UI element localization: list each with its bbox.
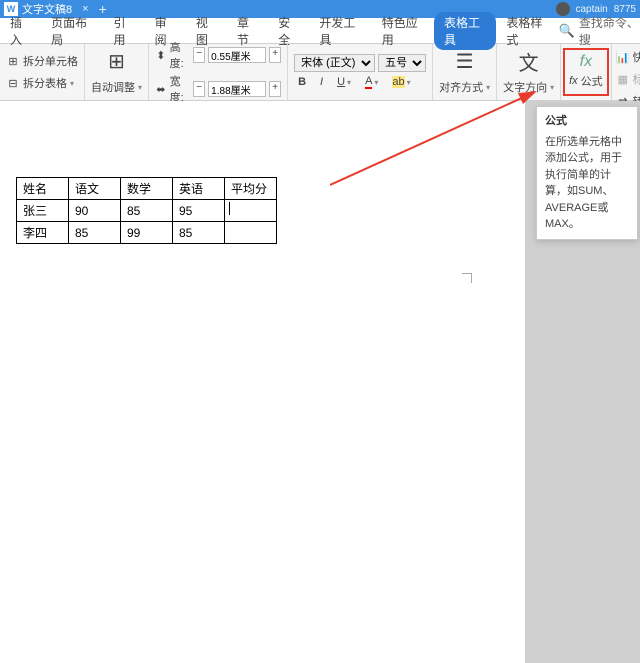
bold-button[interactable]: B [294,75,310,89]
auto-adjust-button[interactable]: 自动调整 ▾ [91,77,142,97]
table-cell[interactable]: 李四 [17,222,69,244]
quick-calc-icon: 📊 [616,50,630,64]
quick-calc-label: 快速计算 [633,49,640,65]
table-cell[interactable]: 90 [69,200,121,222]
text-direction-icon[interactable]: 文 [515,47,543,75]
table-cell[interactable]: 姓名 [17,178,69,200]
formula-button[interactable]: fx 公式 [569,71,603,91]
table-cell[interactable] [225,222,277,244]
text-dir-label: 文字方向 [503,79,547,95]
tooltip-body: 在所选单元格中添加公式，用于执行简单的计算，如SUM、AVERAGE或MAX。 [545,134,629,233]
font-color-button[interactable]: A▾ [361,74,382,90]
width-icon: ⬌ [155,82,167,96]
height-label: 高度: [170,39,191,71]
align-button[interactable]: 对齐方式▾ [439,77,490,97]
search-icon: 🔍 [559,23,575,39]
split-table-button[interactable]: ⊟ 拆分表格 ▾ [6,73,78,93]
split-cell-icon: ⊞ [6,54,20,68]
table-cell[interactable]: 99 [121,222,173,244]
title-row-button[interactable]: ▦ 标题行 [616,69,640,89]
formula-tooltip: 公式 在所选单元格中添加公式，用于执行简单的计算，如SUM、AVERAGE或MA… [536,106,638,240]
table-row: 张三 90 85 95 [17,200,277,222]
quick-calc-button[interactable]: 📊 快速计算▾ [616,47,640,67]
data-table[interactable]: 姓名 语文 数学 英语 平均分 张三 90 85 95 李四 85 99 85 [16,177,277,244]
underline-button[interactable]: U▾ [333,75,355,89]
search-placeholder: 查找命令、搜 [579,14,640,48]
text-direction-button[interactable]: 文字方向▾ [503,77,554,97]
menu-bar: 插入 页面布局 引用 审阅 视图 章节 安全 开发工具 特色应用 表格工具 表格… [0,18,640,44]
align-label: 对齐方式 [439,79,483,95]
width-minus[interactable]: − [193,81,205,97]
split-cell-button[interactable]: ⊞ 拆分单元格 [6,51,78,71]
table-cell[interactable]: 张三 [17,200,69,222]
table-cell[interactable]: 平均分 [225,178,277,200]
table-cell[interactable]: 85 [121,200,173,222]
align-icon[interactable]: ☰ [451,47,479,75]
table-cell[interactable]: 85 [173,222,225,244]
split-table-icon: ⊟ [6,76,20,90]
table-cell[interactable]: 语文 [69,178,121,200]
height-icon: ⬍ [155,48,167,62]
table-cell-active[interactable] [225,200,277,222]
font-size-select[interactable]: 五号 [378,54,426,72]
table-cell[interactable]: 85 [69,222,121,244]
chevron-down-icon: ▾ [138,83,142,92]
title-row-icon: ▦ [616,72,630,86]
page[interactable]: 姓名 语文 数学 英语 平均分 张三 90 85 95 李四 85 99 85 [0,101,525,663]
height-minus[interactable]: − [193,47,205,63]
split-cell-label: 拆分单元格 [23,53,78,69]
page-corner-mark [458,273,472,287]
tooltip-title: 公式 [545,113,629,130]
search-box[interactable]: 🔍 查找命令、搜 [559,14,640,48]
split-table-label: 拆分表格 [23,75,67,91]
italic-button[interactable]: I [316,75,327,89]
table-cell[interactable]: 95 [173,200,225,222]
formula-icon: fx [569,53,603,71]
height-input[interactable] [208,47,266,63]
auto-adjust-label: 自动调整 [91,79,135,95]
width-plus[interactable]: + [269,81,281,97]
title-row-label: 标题行 [633,71,640,87]
chevron-down-icon: ▾ [70,79,74,88]
auto-adjust-icon[interactable]: ⊞ [103,47,131,75]
height-plus[interactable]: + [269,47,281,63]
ribbon: ⊞ 拆分单元格 ⊟ 拆分表格 ▾ ⊞ 自动调整 ▾ ⬍ 高度: − + ⬌ 宽度… [0,44,640,101]
formula-label: 公式 [581,73,603,89]
highlight-button[interactable]: ab▾ [388,75,414,89]
formula-highlight: fx fx 公式 [563,48,609,96]
table-cell[interactable]: 英语 [173,178,225,200]
font-name-select[interactable]: 宋体 (正文) [294,54,375,72]
width-input[interactable] [208,81,266,97]
table-row: 姓名 语文 数学 英语 平均分 [17,178,277,200]
table-row: 李四 85 99 85 [17,222,277,244]
table-cell[interactable]: 数学 [121,178,173,200]
